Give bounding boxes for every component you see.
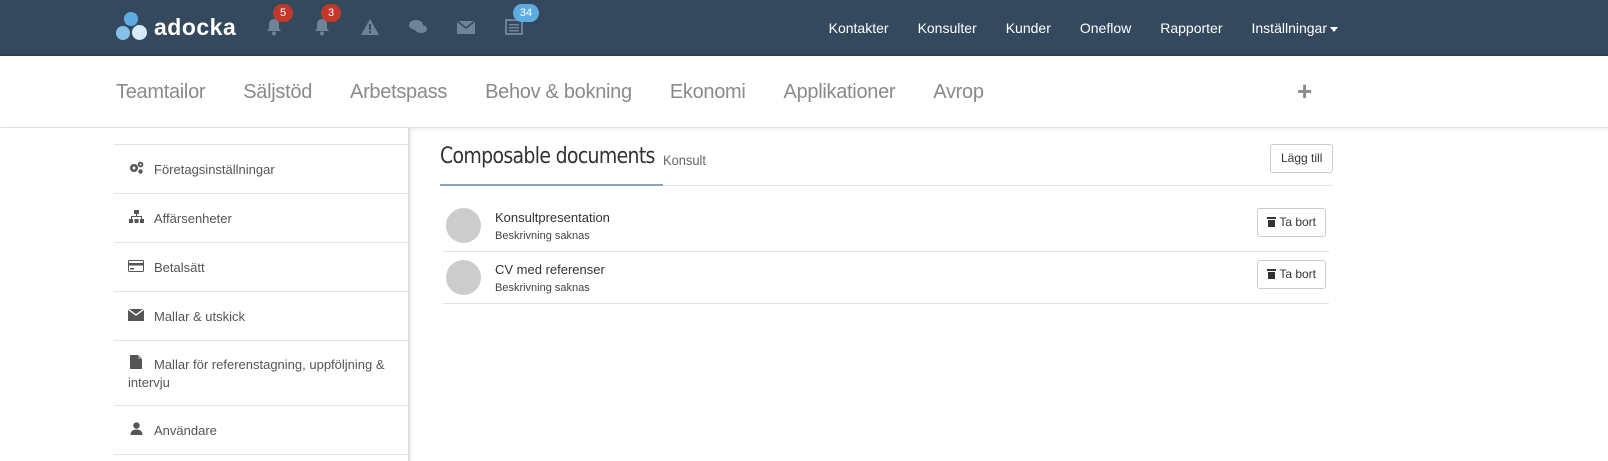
nav-link-rapporter[interactable]: Rapporter xyxy=(1160,20,1222,36)
task-count-badge: 34 xyxy=(513,4,539,22)
page-title: Composable documents xyxy=(440,144,655,169)
logo-mark-icon xyxy=(116,12,150,42)
sidebar-item-affarsenheter[interactable]: Affärsenheter xyxy=(114,194,408,243)
add-document-button[interactable]: Lägg till xyxy=(1270,144,1334,173)
module-navbar: Teamtailor Säljstöd Arbetspass Behov & b… xyxy=(0,56,1608,128)
caret-down-icon xyxy=(1330,26,1338,32)
sidebar-item-label: Betalsätt xyxy=(154,260,205,275)
document-name: CV med referenser xyxy=(495,262,605,277)
sidebar-item-label: Mallar & utskick xyxy=(154,309,246,324)
user-icon xyxy=(128,422,144,440)
module-tab-saljstod[interactable]: Säljstöd xyxy=(243,81,312,104)
notifications-bell-button[interactable]: 5 xyxy=(263,4,293,38)
settings-sidebar: Företagsinställningar Affärsenheter Beta… xyxy=(0,128,410,461)
delete-label: Ta bort xyxy=(1279,267,1316,281)
document-avatar xyxy=(446,260,481,295)
sidebar-item-label: Mallar för referenstagning, uppföljning … xyxy=(128,357,385,390)
warning-icon xyxy=(361,19,379,35)
sitemap-icon xyxy=(128,210,144,228)
document-row[interactable]: CV med referenser Beskrivning saknas Ta … xyxy=(443,253,1329,304)
messages-button[interactable] xyxy=(407,16,429,38)
gears-icon xyxy=(128,161,144,179)
alerts-bell-button[interactable]: 3 xyxy=(311,4,341,38)
chat-icon xyxy=(409,20,427,33)
add-module-plus-icon[interactable]: + xyxy=(1297,78,1312,104)
top-navbar: adocka 5 3 34 Kontakter Konsulter Kunder… xyxy=(0,0,1608,56)
alert-count-badge: 3 xyxy=(321,4,341,22)
nav-link-konsulter[interactable]: Konsulter xyxy=(918,20,977,36)
tasks-button[interactable]: 34 xyxy=(503,4,539,38)
envelope-icon xyxy=(456,19,476,34)
trash-icon xyxy=(1267,217,1277,227)
delete-document-button[interactable]: Ta bort xyxy=(1257,208,1326,237)
logo[interactable]: adocka xyxy=(116,11,236,43)
trash-icon xyxy=(1267,269,1277,279)
settings-dropdown[interactable]: Inställningar xyxy=(1251,20,1338,36)
nav-link-kontakter[interactable]: Kontakter xyxy=(829,20,889,36)
module-tab-behov-bokning[interactable]: Behov & bokning xyxy=(485,81,632,104)
delete-document-button[interactable]: Ta bort xyxy=(1257,260,1326,289)
document-description: Beskrivning saknas xyxy=(495,282,590,294)
sidebar-item-mallar-referenstagning[interactable]: Mallar för referenstagning, uppföljning … xyxy=(114,341,408,406)
logo-text: adocka xyxy=(154,13,237,40)
envelope-icon xyxy=(127,308,145,326)
mail-button[interactable] xyxy=(455,16,477,38)
top-nav-links: Kontakter Konsulter Kunder Oneflow Rappo… xyxy=(800,0,1338,56)
module-tab-teamtailor[interactable]: Teamtailor xyxy=(116,81,206,104)
sidebar-item-betalsatt[interactable]: Betalsätt xyxy=(114,243,408,292)
sidebar-item-label: Företagsinställningar xyxy=(154,162,275,177)
document-name: Konsultpresentation xyxy=(495,210,610,225)
credit-card-icon xyxy=(128,259,144,277)
sidebar-item-label: Användare xyxy=(154,423,217,438)
warnings-button[interactable] xyxy=(359,16,381,38)
active-tab-underline xyxy=(440,184,663,186)
document-avatar xyxy=(446,208,481,243)
module-tab-applikationer[interactable]: Applikationer xyxy=(784,81,896,104)
sidebar-item-anvandare[interactable]: Användare xyxy=(114,406,408,455)
module-tab-avrop[interactable]: Avrop xyxy=(933,81,984,104)
settings-dropdown-label: Inställningar xyxy=(1251,20,1328,36)
document-row[interactable]: Konsultpresentation Beskrivning saknas T… xyxy=(443,201,1329,252)
sidebar-item-foretagsinstallningar[interactable]: Företagsinställningar xyxy=(114,145,408,194)
document-description: Beskrivning saknas xyxy=(495,230,590,242)
nav-link-oneflow[interactable]: Oneflow xyxy=(1080,20,1131,36)
notification-count-badge: 5 xyxy=(273,4,293,22)
sidebar-item-mallar-utskick[interactable]: Mallar & utskick xyxy=(114,292,408,341)
nav-link-kunder[interactable]: Kunder xyxy=(1006,20,1051,36)
delete-label: Ta bort xyxy=(1279,215,1316,229)
module-tab-ekonomi[interactable]: Ekonomi xyxy=(670,81,746,104)
sidebar-item-label: Affärsenheter xyxy=(154,211,232,226)
file-icon xyxy=(128,355,144,374)
tab-konsult[interactable]: Konsult xyxy=(663,152,706,168)
module-tab-arbetspass[interactable]: Arbetspass xyxy=(350,81,447,104)
